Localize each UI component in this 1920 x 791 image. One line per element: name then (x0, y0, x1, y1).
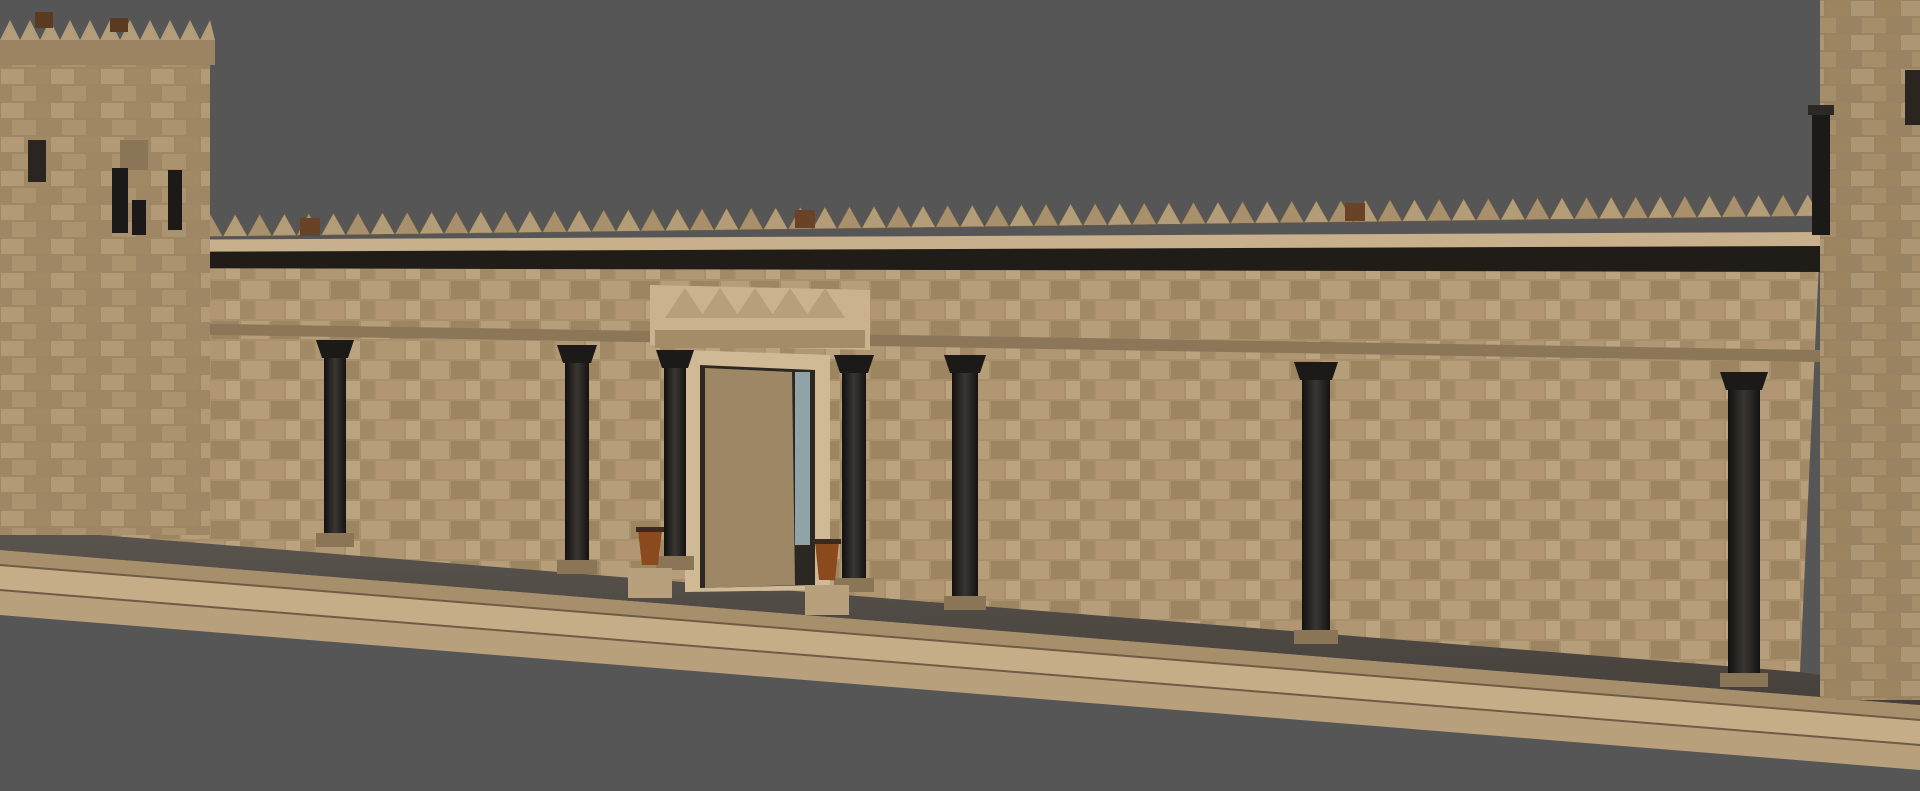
gate-door-leaf (705, 368, 795, 588)
roof-bracket (795, 210, 815, 228)
right-tower (1808, 0, 1920, 700)
gate-lintel (655, 330, 865, 348)
scene-canvas (0, 0, 1920, 791)
roof-bracket (300, 218, 320, 236)
gate-light-gap (795, 372, 810, 545)
roof-bracket (1345, 203, 1365, 221)
left-tower (0, 12, 215, 535)
